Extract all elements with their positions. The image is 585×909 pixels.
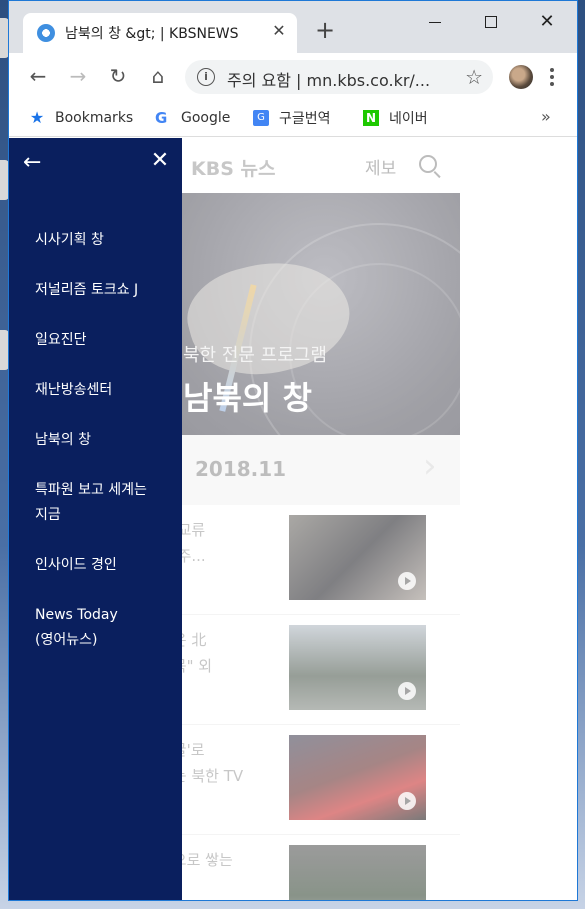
side-menu-drawer: ← ✕ 시사기획 창 저널리즘 토크쇼 J 일요진단 재난방송센터 남북의 창 … bbox=[9, 138, 182, 900]
bookmark-label: Google bbox=[181, 110, 231, 126]
address-bar[interactable]: i 주의 요함 | mn.kbs.co.kr/... ☆ bbox=[185, 60, 493, 94]
back-arrow-icon[interactable]: ← bbox=[23, 152, 45, 174]
reload-button[interactable]: ↻ bbox=[105, 63, 131, 89]
page-viewport: KBS 뉴스 제보 북한 전문 프로그램 남북의 창 2018.11 › 북 교… bbox=[9, 138, 577, 900]
browser-window: 남북의 창 &gt; | KBSNEWS ✕ + ✕ ← → ↻ ⌂ i 주의 … bbox=[8, 0, 578, 901]
maximize-icon bbox=[485, 16, 497, 28]
back-button[interactable]: ← bbox=[25, 63, 51, 89]
forward-button[interactable]: → bbox=[65, 63, 91, 89]
program-menu-list: 시사기획 창 저널리즘 토크쇼 J 일요진단 재난방송센터 남북의 창 특파원 … bbox=[35, 228, 175, 678]
profile-avatar[interactable] bbox=[509, 65, 533, 89]
bookmark-label: 구글번역 bbox=[279, 111, 331, 127]
menu-item-news-today[interactable]: News Today (영어뉴스) bbox=[35, 603, 175, 653]
google-icon: G bbox=[155, 109, 168, 127]
star-icon: ★ bbox=[29, 108, 45, 127]
browser-menu-icon[interactable] bbox=[543, 65, 561, 89]
browser-tab[interactable]: 남북의 창 &gt; | KBSNEWS ✕ bbox=[23, 13, 297, 53]
minimize-button[interactable] bbox=[413, 7, 457, 37]
menu-item-journalism-talkshow-j[interactable]: 저널리즘 토크쇼 J bbox=[35, 278, 175, 303]
browser-toolbar: ← → ↻ ⌂ i 주의 요함 | mn.kbs.co.kr/... ☆ bbox=[9, 53, 577, 99]
menu-item-sisa-gihoek-chang[interactable]: 시사기획 창 bbox=[35, 228, 175, 253]
window-close-button[interactable]: ✕ bbox=[525, 7, 569, 37]
bookmark-label: 네이버 bbox=[389, 111, 428, 127]
bookmark-star-icon[interactable]: ☆ bbox=[465, 65, 483, 89]
menu-item-sunday-diagnosis[interactable]: 일요진단 bbox=[35, 328, 175, 353]
home-button[interactable]: ⌂ bbox=[145, 63, 171, 89]
menu-item-disaster-broadcast-center[interactable]: 재난방송센터 bbox=[35, 378, 175, 403]
bookmarks-overflow-button[interactable]: » bbox=[541, 107, 551, 126]
bookmark-naver[interactable]: N 네이버 bbox=[363, 107, 428, 129]
menu-item-window-on-north-south[interactable]: 남북의 창 bbox=[35, 428, 175, 453]
bookmark-label: Bookmarks bbox=[55, 110, 134, 126]
bookmarks-bar: ★ Bookmarks G Google G 구글번역 N 네이버 » bbox=[9, 99, 577, 137]
kbs-favicon-icon bbox=[37, 24, 55, 42]
minimize-icon bbox=[429, 21, 441, 23]
bookmark-bookmarks[interactable]: ★ Bookmarks bbox=[29, 107, 133, 129]
tab-close-icon[interactable]: ✕ bbox=[269, 21, 289, 41]
bookmark-google-translate[interactable]: G 구글번역 bbox=[253, 107, 331, 129]
naver-icon: N bbox=[363, 110, 379, 126]
site-info-icon[interactable]: i bbox=[197, 68, 215, 86]
google-translate-icon: G bbox=[253, 110, 269, 126]
maximize-button[interactable] bbox=[469, 7, 513, 37]
close-icon[interactable]: ✕ bbox=[149, 150, 171, 172]
window-bottom-border bbox=[8, 900, 578, 901]
menu-item-correspondent-report[interactable]: 특파원 보고 세계는 지금 bbox=[35, 478, 175, 528]
bookmark-google[interactable]: G Google bbox=[155, 107, 230, 129]
menu-item-inside-gyeongin[interactable]: 인사이드 경인 bbox=[35, 553, 175, 578]
new-tab-button[interactable]: + bbox=[313, 18, 337, 43]
tab-title: 남북의 창 &gt; | KBSNEWS bbox=[65, 26, 239, 42]
url-text[interactable]: 주의 요함 | mn.kbs.co.kr/... bbox=[227, 67, 447, 91]
close-icon: ✕ bbox=[539, 11, 555, 32]
tab-strip: 남북의 창 &gt; | KBSNEWS ✕ + ✕ bbox=[9, 1, 577, 53]
